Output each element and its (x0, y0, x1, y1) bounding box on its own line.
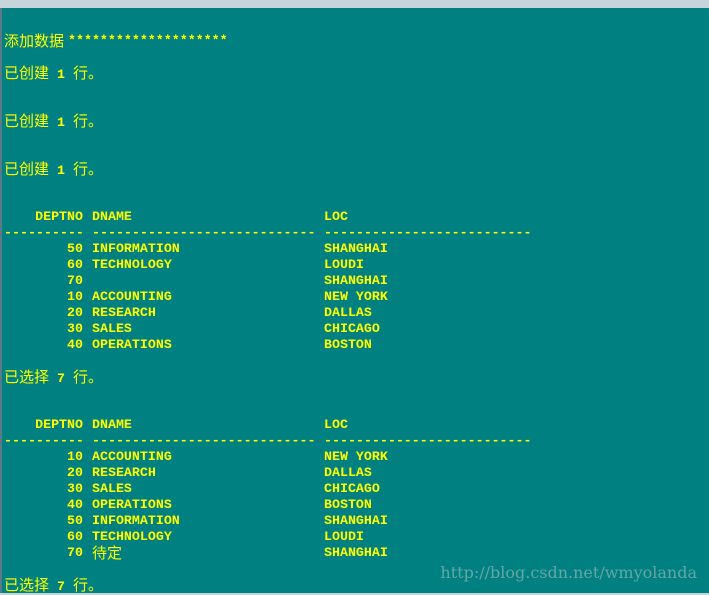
cell-deptno: 20 (67, 305, 83, 320)
cell-deptno: 70 (67, 273, 83, 288)
cell-loc: DALLAS (324, 305, 372, 320)
header-underline: -------------------------- (324, 433, 532, 448)
cell-loc: SHANGHAI (324, 241, 388, 256)
column-header-loc: LOC (324, 417, 348, 432)
cell-loc: BOSTON (324, 337, 372, 352)
rows-selected-message: 已选择 7 行。 (4, 368, 103, 386)
cell-deptno: 30 (67, 321, 83, 336)
cell-dname: 待定 (92, 544, 123, 562)
separator-stars: ******************** (68, 33, 228, 48)
header-underline: ---------- (4, 225, 84, 240)
column-header-deptno: DEPTNO (35, 209, 83, 224)
cell-loc: NEW YORK (324, 289, 388, 304)
cell-deptno: 70 (67, 545, 83, 560)
cell-loc: LOUDI (324, 529, 364, 544)
cell-deptno: 20 (67, 465, 83, 480)
rows-selected-message: 已选择 7 行。 (4, 576, 103, 594)
cell-dname: SALES (92, 481, 132, 496)
column-header-dname: DNAME (92, 417, 132, 432)
sqlplus-console: 添加数据 ******************** 已创建 1 行。 已创建 1 行。… (0, 8, 709, 594)
header-underline: ---------------------------- (92, 433, 316, 448)
cell-loc: SHANGHAI (324, 513, 388, 528)
cell-loc: SHANGHAI (324, 273, 388, 288)
cell-deptno: 50 (67, 241, 83, 256)
cell-dname: OPERATIONS (92, 497, 172, 512)
cell-loc: DALLAS (324, 465, 372, 480)
header-underline: ---------------------------- (92, 225, 316, 240)
cell-deptno: 60 (67, 257, 83, 272)
cell-deptno: 10 (67, 289, 83, 304)
row-created-message: 已创建 1 行。 (4, 112, 103, 130)
cell-dname: RESEARCH (92, 465, 156, 480)
watermark: http://blog.csdn.net/wmyolanda (440, 563, 697, 582)
cell-dname: ACCOUNTING (92, 289, 172, 304)
cell-loc: BOSTON (324, 497, 372, 512)
cell-dname: OPERATIONS (92, 337, 172, 352)
cell-loc: CHICAGO (324, 321, 380, 336)
cell-loc: CHICAGO (324, 481, 380, 496)
column-header-loc: LOC (324, 209, 348, 224)
cell-dname: SALES (92, 321, 132, 336)
cell-deptno: 50 (67, 513, 83, 528)
cell-loc: NEW YORK (324, 449, 388, 464)
row-created-message: 已创建 1 行。 (4, 64, 103, 82)
section-title: 添加数据 (4, 32, 65, 50)
column-header-deptno: DEPTNO (35, 417, 83, 432)
cell-loc: LOUDI (324, 257, 364, 272)
row-created-message: 已创建 1 行。 (4, 160, 103, 178)
cell-deptno: 40 (67, 337, 83, 352)
cell-dname: RESEARCH (92, 305, 156, 320)
cell-dname: TECHNOLOGY (92, 529, 172, 544)
cell-deptno: 60 (67, 529, 83, 544)
cell-deptno: 40 (67, 497, 83, 512)
header-underline: -------------------------- (324, 225, 532, 240)
header-underline: ---------- (4, 433, 84, 448)
cell-deptno: 30 (67, 481, 83, 496)
cell-loc: SHANGHAI (324, 545, 388, 560)
cell-dname: ACCOUNTING (92, 449, 172, 464)
cell-deptno: 10 (67, 449, 83, 464)
column-header-dname: DNAME (92, 209, 132, 224)
cell-dname: INFORMATION (92, 241, 180, 256)
cell-dname: TECHNOLOGY (92, 257, 172, 272)
cell-dname: INFORMATION (92, 513, 180, 528)
